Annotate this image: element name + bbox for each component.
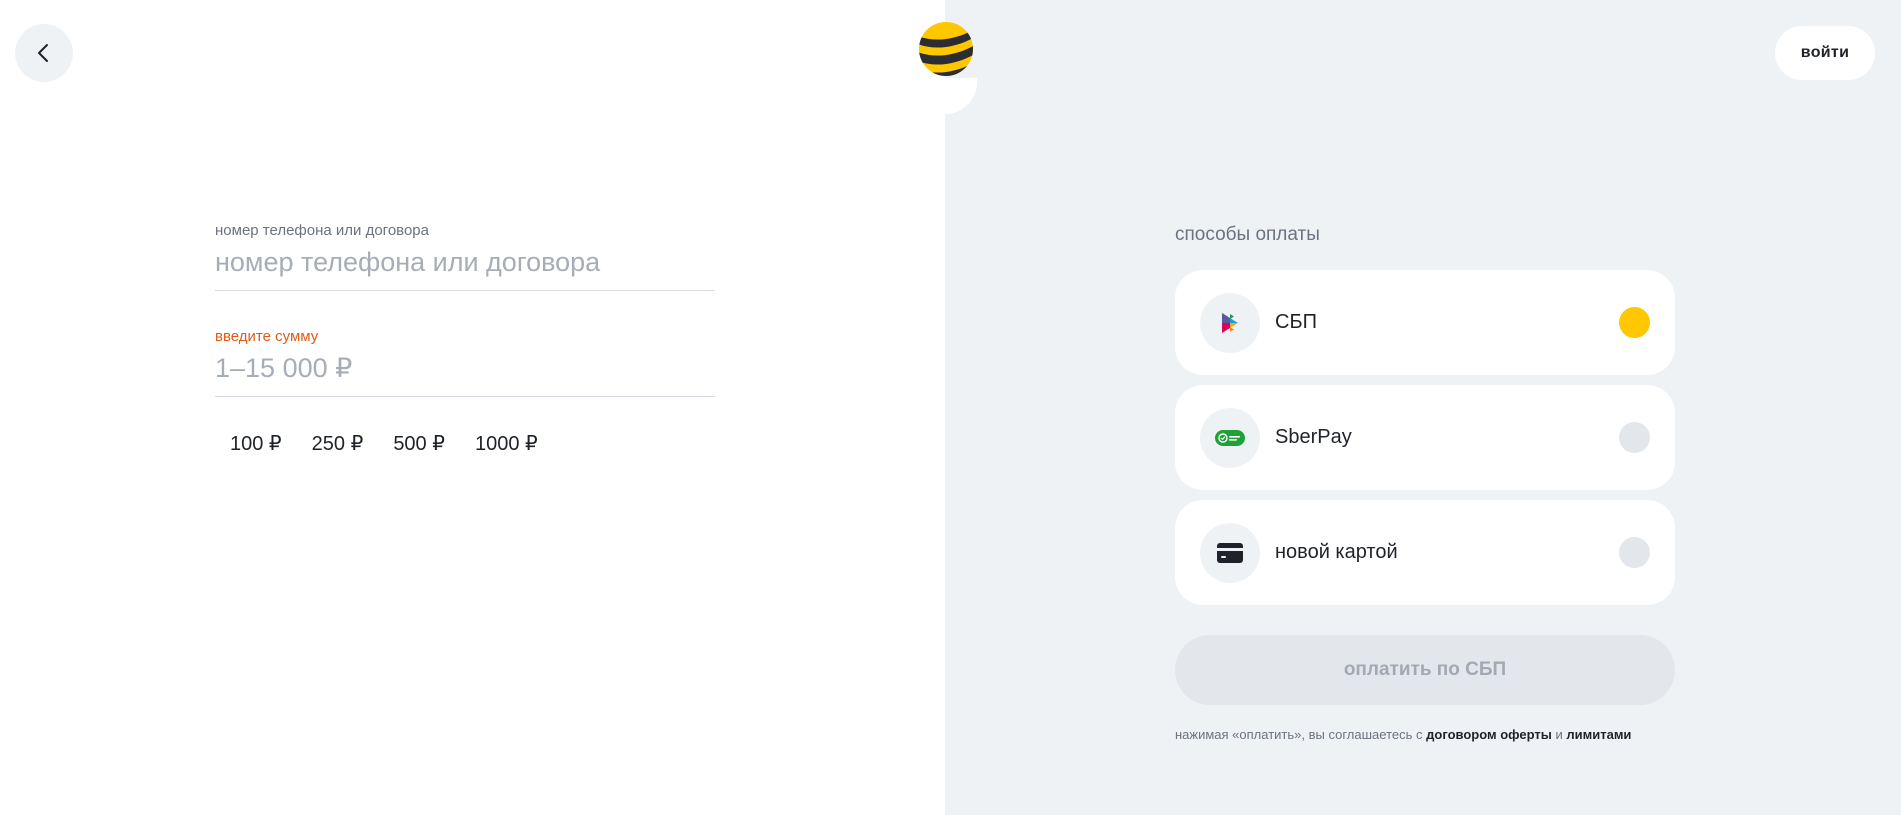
login-button[interactable]: войти — [1775, 26, 1875, 80]
amount-chip-1000[interactable]: 1000 ₽ — [460, 428, 553, 460]
legal-notice: нажимая «оплатить», вы соглашаетесь с до… — [1175, 727, 1631, 742]
radio-unselected[interactable] — [1619, 537, 1650, 568]
payment-method-sbp[interactable]: СБП — [1175, 270, 1675, 375]
card-icon — [1200, 522, 1260, 583]
quick-amounts: 100 ₽ 250 ₽ 500 ₽ 1000 ₽ — [215, 428, 553, 460]
beeline-logo — [919, 22, 973, 76]
amount-chip-250[interactable]: 250 ₽ — [297, 428, 379, 460]
sberpay-icon — [1200, 407, 1260, 468]
payment-method-new-card[interactable]: новой картой — [1175, 500, 1675, 605]
chevron-left-icon — [38, 44, 48, 62]
offer-link[interactable]: договором оферты — [1426, 727, 1552, 742]
amount-input[interactable] — [215, 345, 715, 397]
sbp-icon — [1200, 292, 1260, 353]
payment-method-label: SberPay — [1275, 426, 1352, 448]
amount-field: введите сумму — [215, 328, 715, 397]
amount-chip-500[interactable]: 500 ₽ — [378, 428, 460, 460]
pay-button[interactable]: оплатить по СБП — [1175, 635, 1675, 705]
back-button[interactable] — [15, 24, 73, 82]
amount-chip-100[interactable]: 100 ₽ — [215, 428, 297, 460]
account-field-label: номер телефона или договора — [215, 222, 429, 239]
left-pane — [0, 0, 945, 815]
legal-and: и — [1555, 727, 1563, 742]
radio-unselected[interactable] — [1619, 422, 1650, 453]
amount-field-label: введите сумму — [215, 328, 319, 345]
payment-method-label: СБП — [1275, 311, 1317, 333]
legal-prefix: нажимая «оплатить», вы соглашаетесь с — [1175, 727, 1423, 742]
payment-method-label: новой картой — [1275, 541, 1398, 563]
account-input[interactable] — [215, 239, 715, 291]
limits-link[interactable]: лимитами — [1566, 727, 1631, 742]
payment-methods-title: способы оплаты — [1175, 224, 1320, 245]
radio-selected[interactable] — [1619, 307, 1650, 338]
account-field: номер телефона или договора — [215, 222, 715, 291]
payment-method-sberpay[interactable]: SberPay — [1175, 385, 1675, 490]
